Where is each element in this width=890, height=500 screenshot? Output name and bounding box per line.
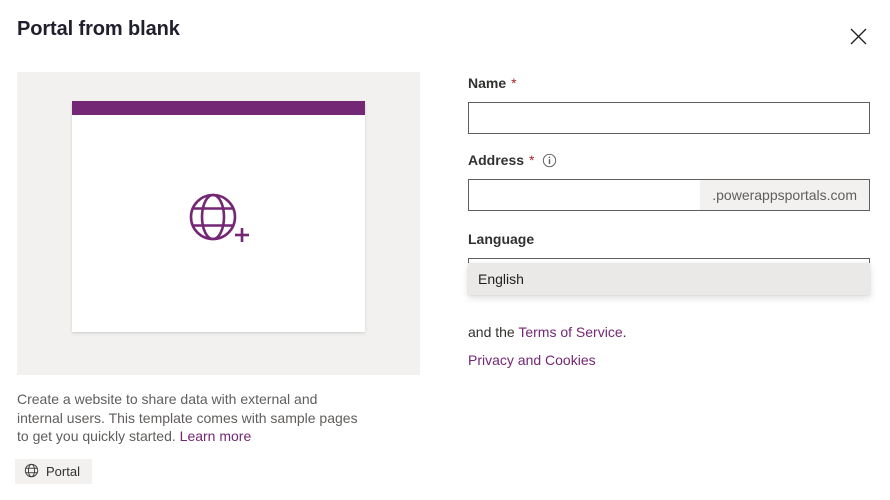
name-label-text: Name <box>468 75 507 91</box>
language-option-english[interactable]: English <box>468 263 870 295</box>
address-label-text: Address <box>468 152 525 168</box>
language-listbox: English <box>468 263 870 295</box>
name-required-marker: * <box>511 75 517 91</box>
globe-icon <box>24 463 39 481</box>
template-tag-label: Portal <box>46 464 80 479</box>
terms-line: and the Terms of Service. <box>468 322 870 342</box>
language-label-text: Language <box>468 231 535 247</box>
terms-suffix-text: . <box>622 324 627 340</box>
close-icon <box>850 28 867 45</box>
address-required-marker: * <box>529 152 535 168</box>
template-description: Create a website to share data with exte… <box>17 390 367 446</box>
language-label: Language <box>468 229 870 249</box>
address-label: Address * <box>468 150 870 170</box>
field-language: Language English English <box>468 229 870 295</box>
globe-plus-icon <box>187 192 251 255</box>
address-input-group: .powerappsportals.com <box>468 179 870 211</box>
terms-of-service-link[interactable]: Terms of Service <box>518 324 622 340</box>
address-input[interactable] <box>469 180 701 210</box>
template-preview-panel <box>17 72 420 375</box>
page-title: Portal from blank <box>17 18 180 40</box>
field-name: Name * <box>468 73 870 134</box>
info-icon[interactable] <box>542 153 557 168</box>
terms-prefix-text: and the <box>468 324 519 340</box>
field-address: Address * .powerappsportals.com <box>468 150 870 211</box>
preview-card-body <box>72 115 365 332</box>
address-domain-suffix: .powerappsportals.com <box>700 180 869 210</box>
privacy-line: Privacy and Cookies <box>468 350 870 370</box>
name-label: Name * <box>468 73 870 93</box>
name-input[interactable] <box>468 102 870 134</box>
privacy-and-cookies-link[interactable]: Privacy and Cookies <box>468 352 596 368</box>
template-preview-card <box>72 101 365 332</box>
close-button[interactable] <box>842 20 874 52</box>
learn-more-link[interactable]: Learn more <box>180 428 252 444</box>
template-tag-chip: Portal <box>15 459 92 484</box>
preview-card-header-bar <box>72 101 365 115</box>
